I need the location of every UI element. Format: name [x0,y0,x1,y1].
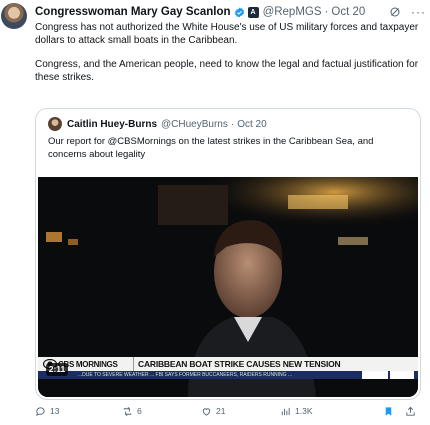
verified-badge-icon [234,6,244,18]
bookmark-icon [385,406,392,416]
share-icon [406,406,415,416]
author-handle[interactable]: @RepMGS [263,6,322,18]
like-button[interactable]: 21 [201,404,225,418]
repost-icon [123,406,132,416]
reply-icon [36,406,45,416]
quoted-author-handle: @CHueyBurns [161,118,228,130]
author-name[interactable]: Congresswoman Mary Gay Scanlon [35,6,231,18]
quoted-post-text: Our report for @CBSMornings on the lates… [48,136,374,160]
news-lower-third: CBS MORNINGS CARIBBEAN BOAT STRIKE CAUSE… [38,357,418,371]
view-count: 1.3K [295,406,313,416]
views-button[interactable]: 1.3K [280,404,313,418]
ticker-text: ...DUE TO SEVERE WEATHER ... FBI SAYS FO… [78,372,293,378]
reply-button[interactable]: 13 [35,404,59,418]
video-player[interactable]: CBS MORNINGS CARIBBEAN BOAT STRIKE CAUSE… [38,177,418,397]
repost-button[interactable]: 6 [122,404,142,418]
author-avatar[interactable] [1,3,27,29]
news-ticker: ...DUE TO SEVERE WEATHER ... FBI SAYS FO… [38,371,418,379]
quoted-author-avatar [48,117,62,131]
post-header: Congresswoman Mary Gay Scanlon A @RepMGS… [35,4,426,20]
heart-icon [202,407,211,416]
post-paragraph-2: Congress, and the American people, need … [35,59,419,83]
post-text: Congress has not authorized the White Ho… [35,22,420,84]
quoted-author-name: Caitlin Huey-Burns [67,118,158,130]
post-date[interactable]: Oct 20 [331,6,365,18]
like-count: 21 [216,406,226,416]
bookmark-button[interactable] [383,404,394,418]
repost-count: 6 [137,406,142,416]
share-button[interactable] [405,404,416,418]
separator-dot: · [230,118,235,130]
quoted-post[interactable]: Caitlin Huey-Burns @CHueyBurns · Oct 20 … [35,108,421,400]
ticker-cbs-logo [390,371,414,379]
news-headline: CARIBBEAN BOAT STRIKE CAUSES NEW TENSION [133,357,418,371]
views-icon [281,407,290,415]
action-bar: 13 6 21 1.3K [35,404,421,418]
grok-icon[interactable] [389,6,401,18]
ticker-clock [362,371,388,379]
reply-count: 13 [50,406,60,416]
quoted-post-header: Caitlin Huey-Burns @CHueyBurns · Oct 20 [48,117,267,131]
separator-dot: · [324,6,329,18]
post-paragraph-1: Congress has not authorized the White Ho… [35,22,419,46]
quoted-post-date: Oct 20 [237,118,267,130]
more-options-icon[interactable]: ··· [411,5,426,19]
government-badge-icon: A [247,6,259,18]
video-duration: 2:11 [46,363,68,376]
